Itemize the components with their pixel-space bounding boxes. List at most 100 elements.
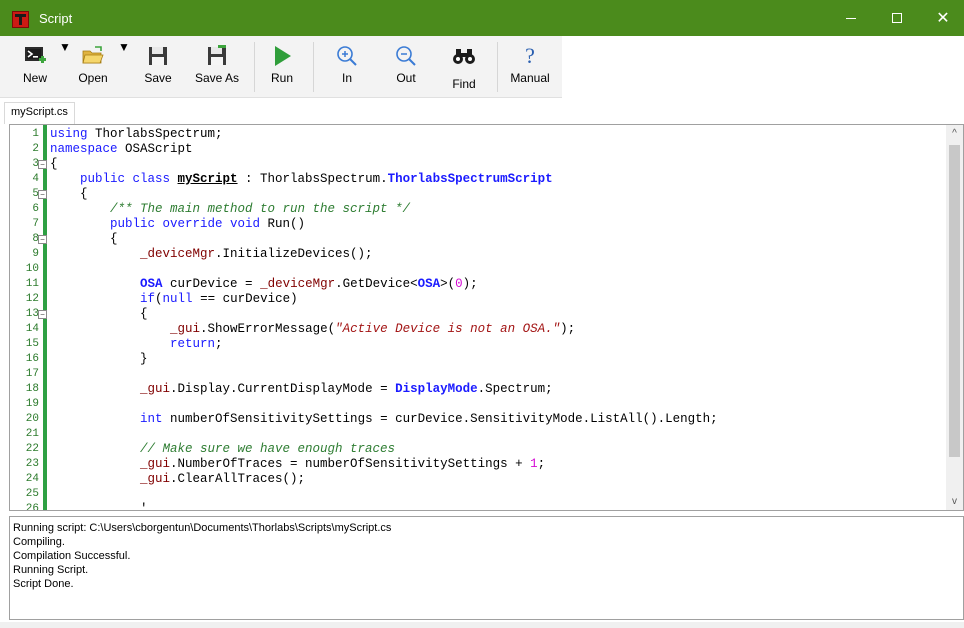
code-editor[interactable]: 1 2 3 4 5 6 7 8 9 10 11 12 13 14 15 16 17 18 19 20 21 22 23 24 2… [9,124,964,511]
code-token: ThorlabsSpectrum; [95,127,223,141]
scroll-down-arrow-icon[interactable]: v [946,493,963,510]
scroll-up-arrow-icon[interactable]: ^ [946,125,963,142]
open-dropdown-arrow[interactable]: ▼ [118,40,130,94]
code-token: OSA [417,277,441,291]
floppy-disk-icon [149,47,167,65]
help-icon: ? [525,43,535,68]
code-token: { [50,307,148,321]
code-token: .NumberOfTraces = numberOfSensitivitySet… [170,457,531,471]
line-number: 17 [25,368,39,380]
code-token: numberOfSensitivitySettings = curDevice.… [162,412,718,426]
code-line[interactable]: if(null == curDevice) [50,292,298,307]
zoom-in-button[interactable]: In [327,40,367,94]
line-number: 14 [25,323,39,335]
app-icon [12,11,29,28]
code-token: Run() [267,217,306,231]
title-bar: Script ✕ [0,0,964,36]
zoom-out-button[interactable]: Out [386,40,426,94]
code-token: return [170,337,216,351]
code-token: _gui [140,457,171,471]
chevron-down-icon: ▼ [118,40,130,54]
code-line[interactable]: using ThorlabsSpectrum; [50,127,223,142]
fold-toggle-icon[interactable]: − [38,160,47,169]
close-button[interactable]: ✕ [920,0,964,36]
code-line[interactable]: { [50,157,58,172]
code-token: .InitializeDevices(); [215,247,373,261]
code-token: null [162,292,193,306]
code-line[interactable]: return; [50,337,223,352]
code-line[interactable]: _gui.Display.CurrentDisplayMode = Displa… [50,382,553,397]
output-console[interactable]: Running script: C:\Users\cborgentun\Docu… [9,516,964,620]
save-button[interactable]: Save [138,40,178,94]
minimize-button[interactable] [828,0,874,36]
code-line[interactable]: _gui.NumberOfTraces = numberOfSensitivit… [50,457,545,472]
code-line[interactable]: public override void Run() [50,217,305,232]
code-line[interactable]: { [50,232,118,247]
code-token: >( [440,277,456,291]
find-button[interactable]: Find [444,40,484,94]
code-line[interactable]: { [50,187,88,202]
output-line: Compilation Successful. [13,550,131,562]
code-token: OSAScript [125,142,193,156]
code-token: { [50,187,88,201]
code-line[interactable]: { [50,307,148,322]
open-button[interactable]: Open [72,40,114,94]
line-number: 13 [25,308,39,320]
zoom-in-icon [337,46,357,66]
run-label: Run [270,71,293,85]
new-dropdown-arrow[interactable]: ▼ [59,40,71,94]
code-line[interactable]: int numberOfSensitivitySettings = curDev… [50,412,718,427]
code-token: using [50,127,96,141]
code-line[interactable]: _deviceMgr.InitializeDevices(); [50,247,373,262]
run-button[interactable]: Run [262,40,302,94]
tab-myscript[interactable]: myScript.cs [4,102,75,124]
line-number: 5 [32,188,39,200]
code-token: "Active Device is not an OSA." [335,322,561,336]
toolbar-separator [254,42,255,92]
save-as-button[interactable]: Save As [190,40,244,94]
line-number: 3 [32,158,39,170]
fold-toggle-icon[interactable]: − [38,235,47,244]
scrollbar-thumb[interactable] [949,145,960,457]
close-icon: ✕ [936,10,950,27]
code-line[interactable]: ' [50,502,148,510]
code-token: .ShowErrorMessage( [200,322,336,336]
line-number: 18 [25,383,39,395]
line-number-gutter: 1 2 3 4 5 6 7 8 9 10 11 12 13 14 15 16 17 18 19 20 21 22 23 24 2… [10,125,41,510]
new-button[interactable]: New [12,40,58,94]
fold-toggle-icon[interactable]: − [38,190,47,199]
code-line[interactable]: } [50,352,148,367]
code-token: } [50,352,148,366]
line-number: 6 [32,203,39,215]
zoom-out-icon [396,46,416,66]
find-label: Find [452,77,476,91]
code-area[interactable]: using ThorlabsSpectrum; namespace OSAScri… [50,125,950,510]
code-line[interactable]: _gui.ShowErrorMessage("Active Device is … [50,322,575,337]
code-line[interactable]: // Make sure we have enough traces [50,442,395,457]
code-line[interactable]: /** The main method to run the script */ [50,202,410,217]
vertical-scrollbar[interactable]: ^ v [946,125,963,510]
fold-toggle-icon[interactable]: − [38,310,47,319]
code-token: // Make sure we have enough traces [50,442,396,456]
line-number: 19 [25,398,39,410]
line-number: 23 [25,458,39,470]
code-line[interactable]: public class myScript : ThorlabsSpectrum… [50,172,553,187]
code-token: .Display.CurrentDisplayMode = [170,382,396,396]
line-number: 22 [25,443,39,455]
maximize-button[interactable] [874,0,920,36]
line-number: 24 [25,473,39,485]
line-number: 26 [25,503,39,511]
code-line[interactable]: OSA curDevice = _deviceMgr.GetDevice<OSA… [50,277,478,292]
code-line[interactable]: _gui.ClearAllTraces(); [50,472,305,487]
code-line[interactable]: namespace OSAScript [50,142,193,157]
code-token: namespace [50,142,126,156]
manual-button[interactable]: ? Manual [506,40,554,94]
line-number: 16 [25,353,39,365]
new-script-icon [25,47,46,63]
code-token: OSA [140,277,163,291]
